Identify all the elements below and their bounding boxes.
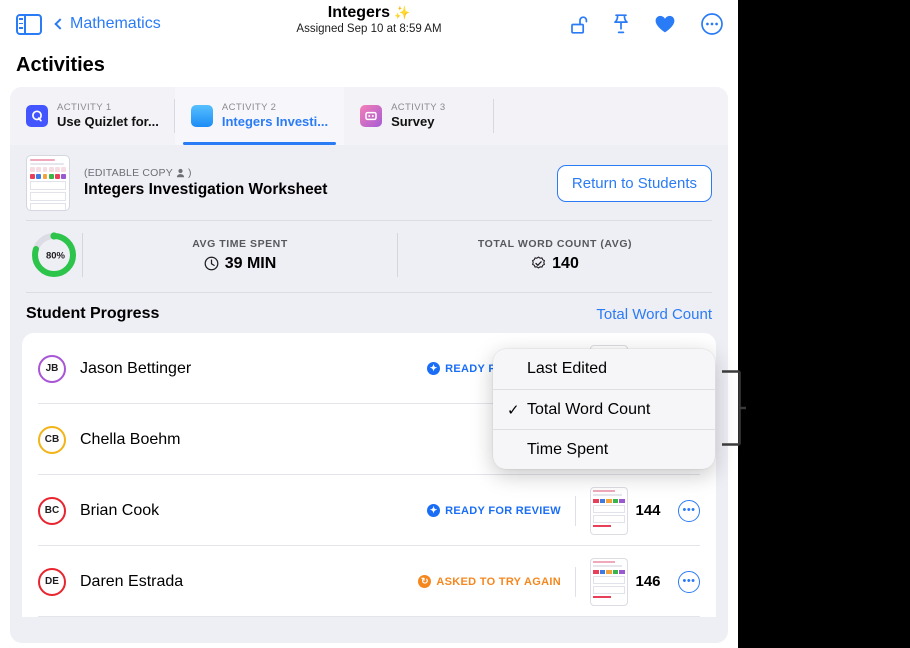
stat-avg-time-spent: AVG TIME SPENT 39 MIN — [83, 238, 397, 273]
table-row[interactable]: BC Brian Cook ✦ READY FOR REVIEW — [22, 475, 716, 546]
student-name: Daren Estrada — [80, 573, 418, 591]
activity-tabs: ACTIVITY 1 Use Quizlet for... ACTIVITY 2… — [10, 87, 728, 145]
worksheet-thumbnail[interactable] — [26, 155, 70, 211]
stat-label-words: TOTAL WORD COUNT (AVG) — [398, 238, 712, 250]
avatar: BC — [38, 497, 66, 525]
worksheet-kicker-end: ) — [188, 167, 192, 179]
tab-activity-1[interactable]: ACTIVITY 1 Use Quizlet for... — [10, 87, 175, 145]
avatar: DE — [38, 568, 66, 596]
tab-1-name: Use Quizlet for... — [57, 114, 159, 130]
tab-3-kicker: ACTIVITY 3 — [391, 102, 446, 114]
more-options-icon[interactable] — [700, 12, 724, 36]
nav-actions — [568, 0, 724, 48]
stats-row: 80% AVG TIME SPENT 39 MIN — [10, 221, 728, 293]
status-badge: ✦ READY FOR REVIEW — [427, 504, 561, 517]
pin-icon[interactable] — [612, 13, 630, 35]
chevron-left-icon — [54, 18, 65, 29]
stat-value-words: 140 — [398, 255, 712, 273]
word-count: 144 — [628, 502, 668, 519]
back-to-mathematics-link[interactable]: Mathematics — [56, 15, 161, 33]
student-name: Chella Boehm — [80, 431, 498, 449]
menu-item-total-word-count[interactable]: ✓ Total Word Count — [493, 389, 715, 429]
checkmark-seal-icon — [531, 256, 546, 271]
row-more-options-icon[interactable]: ••• — [678, 500, 700, 522]
student-name: Brian Cook — [80, 502, 427, 520]
screen: Mathematics Integers ✨ Assigned Sep 10 a… — [0, 0, 910, 648]
avatar: JB — [38, 355, 66, 383]
top-navigation-bar: Mathematics Integers ✨ Assigned Sep 10 a… — [0, 0, 738, 48]
stat-words-text: 140 — [552, 255, 579, 273]
check-icon: ✓ — [507, 401, 527, 419]
quizlet-icon — [26, 105, 48, 127]
worksheet-title: Integers Investigation Worksheet — [84, 181, 543, 199]
worksheet-row: (EDITABLE COPY ) Integers Investigation … — [10, 145, 728, 221]
sidebar-toggle-icon[interactable] — [16, 14, 42, 35]
row-divider — [575, 567, 576, 597]
ring-percent-label: 80% — [46, 251, 66, 262]
row-divider — [575, 496, 576, 526]
assignment-title: Integers ✨ — [328, 4, 410, 22]
word-count: 146 — [628, 573, 668, 590]
unlock-icon[interactable] — [568, 14, 588, 35]
nav-left-group: Mathematics — [16, 14, 161, 35]
tab-2-kicker: ACTIVITY 2 — [222, 102, 328, 114]
return-to-students-button[interactable]: Return to Students — [557, 165, 712, 202]
student-progress-title: Student Progress — [26, 305, 159, 323]
star-circle-icon: ✦ — [427, 504, 440, 517]
row-more-options-icon[interactable]: ••• — [678, 571, 700, 593]
avatar: CB — [38, 426, 66, 454]
sort-by-link[interactable]: Total Word Count — [596, 306, 712, 323]
status-badge: ↻ ASKED TO TRY AGAIN — [418, 575, 561, 588]
survey-icon — [360, 105, 382, 127]
worksheet-kicker-text: (EDITABLE COPY — [84, 167, 173, 179]
app-window: Mathematics Integers ✨ Assigned Sep 10 a… — [0, 0, 738, 648]
stat-label-time: AVG TIME SPENT — [83, 238, 397, 250]
tab-1-kicker: ACTIVITY 1 — [57, 102, 159, 114]
heart-icon[interactable] — [654, 14, 676, 34]
status-text: ASKED TO TRY AGAIN — [436, 576, 561, 588]
student-name: Jason Bettinger — [80, 360, 427, 378]
star-circle-icon: ✦ — [427, 362, 440, 375]
menu-label-time-spent: Time Spent — [527, 441, 608, 459]
worksheet-kicker: (EDITABLE COPY ) — [84, 167, 543, 179]
student-work-thumbnail[interactable] — [590, 558, 628, 606]
student-work-thumbnail[interactable] — [590, 487, 628, 535]
pages-document-icon — [191, 105, 213, 127]
tab-activity-3[interactable]: ACTIVITY 3 Survey — [344, 87, 494, 145]
stat-total-word-count: TOTAL WORD COUNT (AVG) 140 — [398, 238, 712, 273]
sparkle-icon: ✨ — [394, 5, 410, 21]
callout-bracket — [722, 369, 750, 447]
stat-value-time: 39 MIN — [83, 255, 397, 273]
stat-time-text: 39 MIN — [225, 255, 277, 273]
sort-options-menu: Last Edited ✓ Total Word Count Time Spen… — [493, 349, 715, 469]
page-title: Activities — [0, 48, 738, 87]
person-icon — [176, 168, 185, 178]
tab-3-name: Survey — [391, 114, 446, 130]
back-label: Mathematics — [70, 15, 161, 33]
table-row[interactable]: DE Daren Estrada ↻ ASKED TO TRY AGAIN — [22, 546, 716, 617]
menu-label-total-word-count: Total Word Count — [527, 401, 650, 419]
tab-2-name: Integers Investi... — [222, 114, 328, 130]
completion-ring: 80% — [26, 229, 82, 281]
retry-circle-icon: ↻ — [418, 575, 431, 588]
menu-label-last-edited: Last Edited — [527, 360, 607, 378]
assignment-title-text: Integers — [328, 4, 390, 22]
worksheet-text: (EDITABLE COPY ) Integers Investigation … — [84, 167, 543, 199]
status-text: READY FOR REVIEW — [445, 505, 561, 517]
student-progress-header: Student Progress Total Word Count — [10, 293, 728, 333]
menu-item-time-spent[interactable]: Time Spent — [493, 429, 715, 469]
menu-item-last-edited[interactable]: Last Edited — [493, 349, 715, 389]
clock-icon — [204, 256, 219, 271]
tab-activity-2[interactable]: ACTIVITY 2 Integers Investi... — [175, 87, 344, 145]
